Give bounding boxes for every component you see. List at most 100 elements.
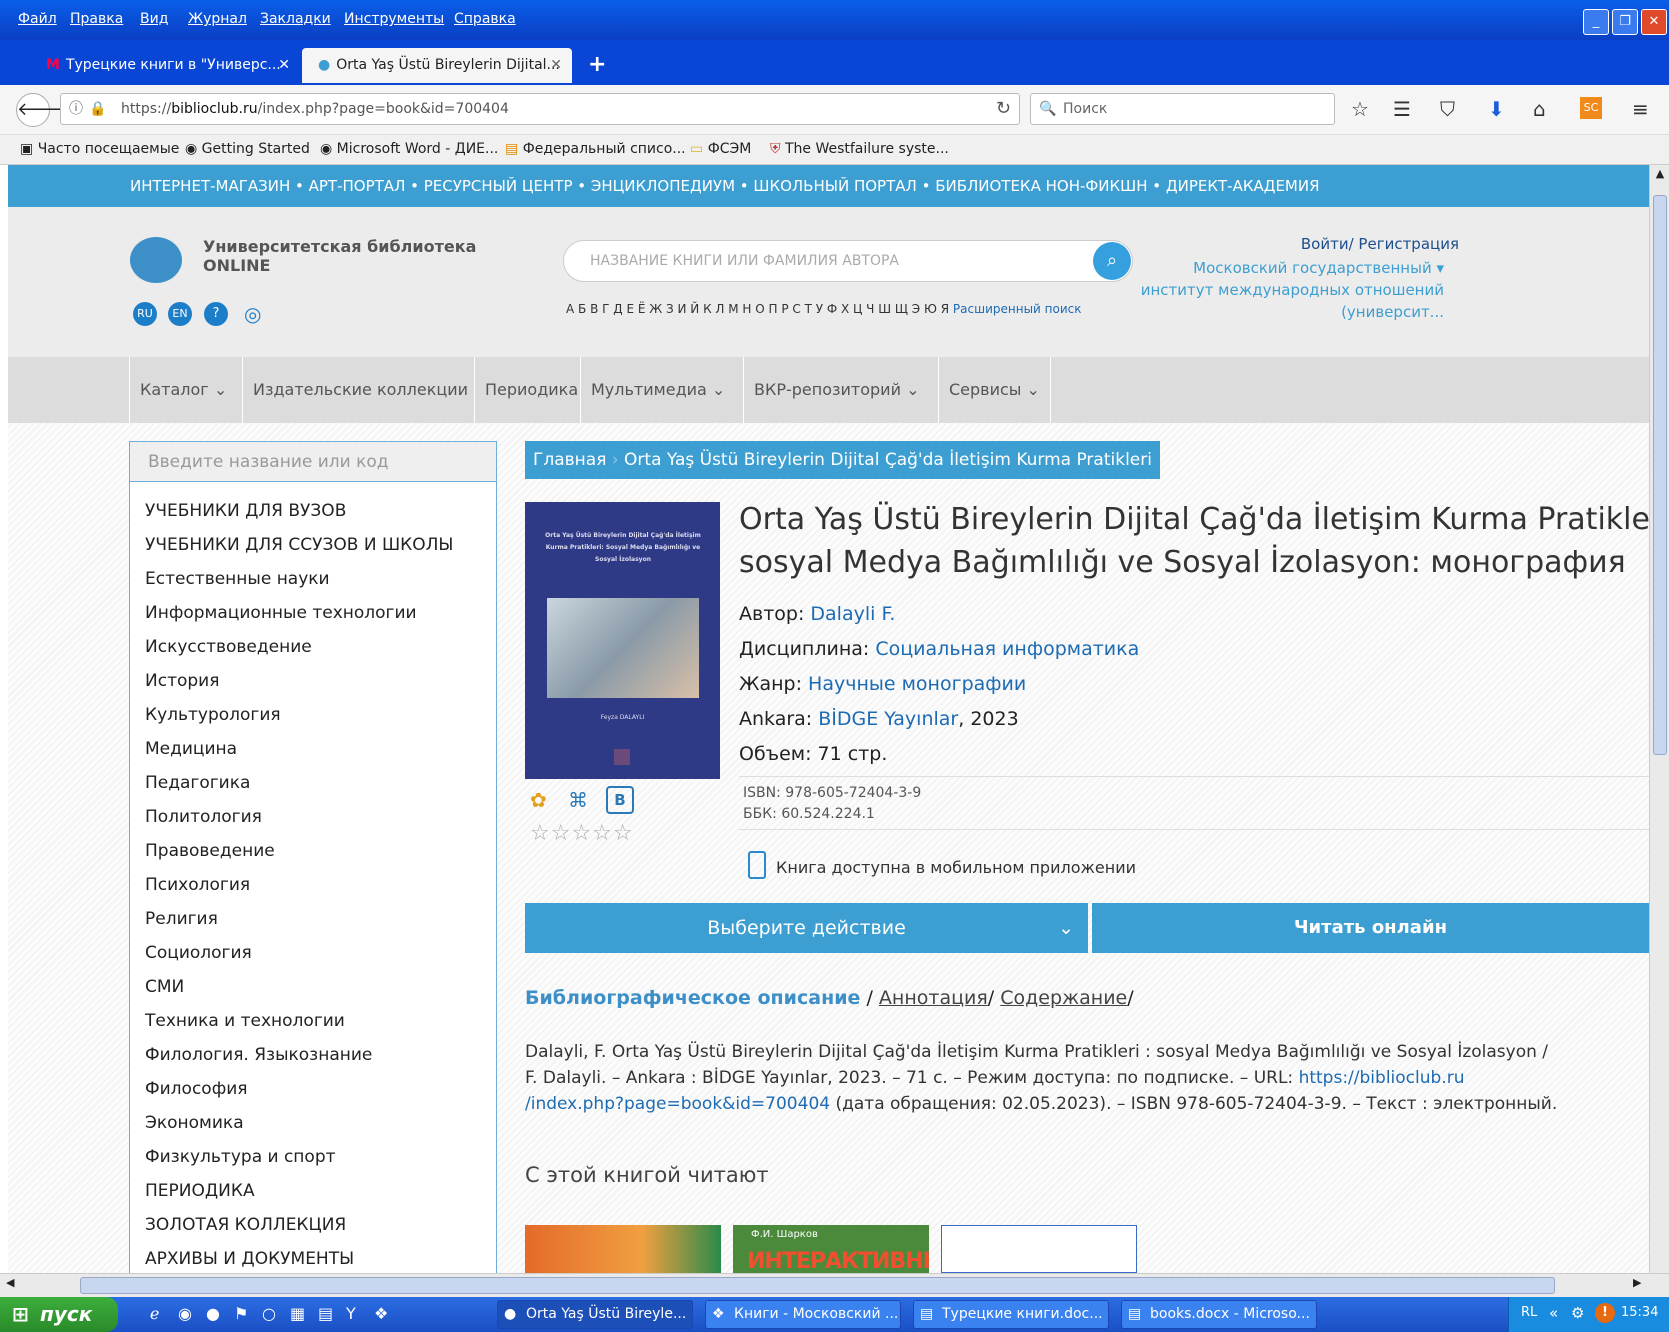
sidebar-item[interactable]: УЧЕБНИКИ ДЛЯ ВУЗОВ	[145, 501, 346, 521]
menu-services[interactable]: Сервисы ⌄	[938, 357, 1051, 423]
bookmark-westfailure[interactable]: ⛨ The Westfailure syste...	[770, 141, 949, 157]
tab-1-close-icon[interactable]: ✕	[278, 48, 290, 83]
help-button[interactable]: ?	[204, 302, 228, 326]
bookmark-fsem[interactable]: ▭ ФСЭМ	[690, 141, 751, 157]
menu-tools[interactable]: Инструменты	[344, 11, 444, 27]
language-indicator[interactable]: RL	[1521, 1305, 1537, 1320]
bookmark-getting-started[interactable]: ◉ Getting Started	[185, 141, 310, 157]
hamburger-menu-icon[interactable]: ≡	[1632, 97, 1649, 121]
alphabet-index[interactable]: А Б В Г Д Е Ё Ж З И Й К Л М Н О П Р С Т …	[566, 302, 1082, 316]
taskbar-item-firefox[interactable]: ● Orta Yaş Üstü Bireyle...	[497, 1300, 693, 1329]
author-link[interactable]: Dalayli F.	[810, 603, 895, 625]
advanced-search-link[interactable]: Расширенный поиск	[953, 302, 1082, 316]
scroll-up-icon[interactable]: ▲	[1652, 167, 1668, 185]
taskbar-item-word-1[interactable]: ▤ Турецкие книги.doc...	[913, 1300, 1109, 1329]
sidebar-item[interactable]: Экономика	[145, 1113, 244, 1133]
lang-en-button[interactable]: EN	[168, 302, 192, 326]
quicklaunch-pdf-icon[interactable]: ⚑	[234, 1304, 248, 1323]
home-icon[interactable]: ⌂	[1533, 97, 1546, 121]
close-window-icon[interactable]: ✕	[1641, 9, 1667, 35]
star-icon[interactable]: ☆	[1351, 97, 1369, 121]
minimize-icon[interactable]: _	[1583, 9, 1609, 35]
eye-icon[interactable]: ◎	[244, 302, 261, 326]
tab-contents[interactable]: Содержание	[1000, 987, 1127, 1009]
start-button[interactable]: ⊞ пуск	[0, 1297, 118, 1332]
menu-bookmarks[interactable]: Закладки	[260, 11, 331, 27]
sidebar-item[interactable]: История	[145, 671, 219, 691]
sidebar-item[interactable]: Педагогика	[145, 773, 250, 793]
browser-search-input[interactable]: 🔍 Поиск	[1030, 93, 1335, 125]
menu-view[interactable]: Вид	[140, 11, 168, 27]
menu-history[interactable]: Журнал	[188, 11, 247, 27]
url-input[interactable]: ⓘ 🔒 https://biblioclub.ru/index.php?page…	[60, 93, 1020, 125]
book-cover[interactable]: Orta Yaş Üstü Bireylerin Dijital Çağ'da …	[525, 502, 720, 779]
sidebar-item[interactable]: Психология	[145, 875, 250, 895]
breadcrumb-home[interactable]: Главная	[533, 450, 606, 470]
quicklaunch-ie-icon[interactable]: ℯ	[150, 1304, 159, 1323]
download-icon[interactable]: ⬇	[1488, 97, 1505, 121]
genre-link[interactable]: Научные монографии	[808, 673, 1026, 695]
discipline-link[interactable]: Социальная информатика	[875, 638, 1139, 660]
sidebar-item[interactable]: Правоведение	[145, 841, 275, 861]
catalog-filter-input[interactable]: Введите название или код	[130, 442, 496, 482]
back-icon[interactable]: 🡐	[16, 93, 65, 127]
sidebar-item[interactable]: ПЕРИОДИКА	[145, 1181, 255, 1201]
new-tab-icon[interactable]: +	[588, 52, 606, 77]
related-book-1[interactable]	[525, 1225, 721, 1273]
pocket-icon[interactable]: ⛉	[1440, 97, 1455, 121]
related-book-2[interactable]: Ф.И. Шарков ИНТЕРАКТИВНЫЕ	[733, 1225, 929, 1273]
menu-help[interactable]: Справка	[454, 11, 516, 27]
quicklaunch-chrome-icon[interactable]: ◉	[178, 1304, 192, 1323]
odnoklassniki-icon[interactable]: ✿	[530, 788, 547, 812]
tab-1[interactable]: M Турецкие книги в "Универс... ✕	[30, 48, 300, 83]
rating-stars[interactable]: ☆☆☆☆☆	[530, 821, 634, 846]
sidebar-item[interactable]: Техника и технологии	[145, 1011, 345, 1031]
extension-icon[interactable]: SC	[1580, 97, 1602, 119]
clock[interactable]: 15:34	[1621, 1305, 1658, 1320]
vertical-scroll-thumb[interactable]	[1653, 195, 1667, 755]
quicklaunch-firefox-icon[interactable]: ●	[206, 1304, 220, 1323]
tray-arrow-icon[interactable]: «	[1549, 1304, 1558, 1322]
sidebar-item[interactable]: Филология. Языкознание	[145, 1045, 372, 1065]
alphabet-letters[interactable]: А Б В Г Д Е Ё Ж З И Й К Л М Н О П Р С Т …	[566, 302, 949, 316]
restore-icon[interactable]: ❐	[1612, 9, 1638, 35]
institution-select[interactable]: Московский государственный ▾ институт ме…	[1141, 257, 1444, 323]
bookmark-federal[interactable]: ▤ Федеральный списо...	[505, 141, 686, 157]
menu-multimedia[interactable]: Мультимедиа ⌄	[580, 357, 735, 423]
menu-vkr[interactable]: ВКР-репозиторий ⌄	[743, 357, 929, 423]
tab-2-close-icon[interactable]: ✕	[550, 48, 562, 83]
horizontal-scrollbar[interactable]: ◀ ▶	[0, 1273, 1669, 1297]
tab-biblio[interactable]: Библиографическое описание	[525, 987, 860, 1009]
sidebar-item[interactable]: Физкультура и спорт	[145, 1147, 336, 1167]
publisher-link[interactable]: BİDGE Yayınlar	[818, 708, 958, 730]
quicklaunch-app-icon[interactable]: ❖	[374, 1304, 388, 1323]
sidebar-item[interactable]: Политология	[145, 807, 262, 827]
taskbar-item-browser[interactable]: ❖ Книги - Московский ...	[705, 1300, 901, 1329]
network-icon[interactable]: ⚙	[1571, 1304, 1584, 1322]
citation-url-link[interactable]: https://biblioclub.ru	[1299, 1068, 1465, 1088]
portals-bar[interactable]: ИНТЕРНЕТ-МАГАЗИН • АРТ-ПОРТАЛ • РЕСУРСНЫ…	[8, 165, 1649, 207]
quicklaunch-yandex-icon[interactable]: Y	[346, 1304, 356, 1323]
taskbar-item-word-2[interactable]: ▤ books.docx - Microso...	[1121, 1300, 1317, 1329]
quicklaunch-opera-icon[interactable]: ○	[262, 1304, 276, 1323]
menu-catalog[interactable]: Каталог ⌄	[129, 357, 237, 423]
menu-periodicals[interactable]: Периодика	[474, 357, 588, 423]
menu-edit[interactable]: Правка	[70, 11, 123, 27]
tab-2[interactable]: ● Orta Yaş Üstü Bireylerin Dijital... ✕	[302, 48, 572, 83]
bookmark-word[interactable]: ◉ Microsoft Word - ДИЕ...	[320, 141, 498, 157]
sidebar-item[interactable]: УЧЕБНИКИ ДЛЯ ССУЗОВ И ШКОЛЫ	[145, 535, 453, 555]
read-online-button[interactable]: Читать онлайн	[1092, 903, 1649, 953]
scroll-left-icon[interactable]: ◀	[6, 1276, 14, 1289]
sidebar-item[interactable]: Информационные технологии	[145, 603, 417, 623]
sidebar-item[interactable]: Философия	[145, 1079, 248, 1099]
sidebar-item[interactable]: Искусствоведение	[145, 637, 312, 657]
menu-collections[interactable]: Издательские коллекции	[242, 357, 478, 423]
sidebar-item[interactable]: АРХИВЫ И ДОКУМЕНТЫ	[145, 1249, 354, 1269]
sidebar-item[interactable]: СМИ	[145, 977, 184, 997]
site-search-input[interactable]: НАЗВАНИЕ КНИГИ ИЛИ ФАМИЛИЯ АВТОРА	[563, 240, 1133, 282]
site-search-icon[interactable]: ⌕	[1093, 242, 1131, 280]
sidebar-item[interactable]: Естественные науки	[145, 569, 330, 589]
sidebar-item[interactable]: Медицина	[145, 739, 237, 759]
paperclip-icon[interactable]: ⌘	[568, 788, 588, 812]
sidebar-item[interactable]: ЗОЛОТАЯ КОЛЛЕКЦИЯ	[145, 1215, 346, 1235]
